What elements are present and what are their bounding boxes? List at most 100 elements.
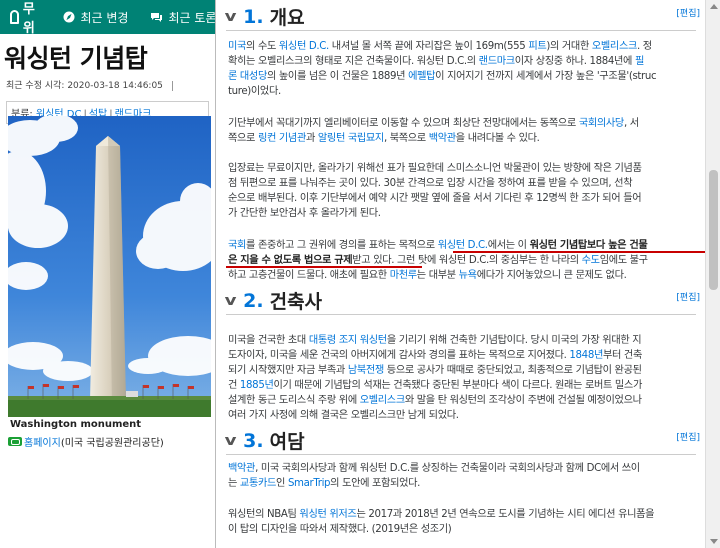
text-run: 받고 있다. 그런 탓에 워싱턴 D.C.의 중심부는 한 나라의 [352,255,582,266]
inline-link[interactable]: 조지 워싱턴 [339,335,387,346]
edit-link[interactable]: [편집] [676,430,700,443]
text-run: 는 [228,478,240,489]
inline-link[interactable]: 워싱턴 D.C. [438,240,488,251]
scroll-down-arrow-icon[interactable] [710,539,718,544]
text-run: 입장료는 무료이지만, 올라가기 위해선 표가 필요한데 스미스소니언 박물관이… [228,163,642,174]
text-run: 를 존중하고 그 권위에 경의를 표하는 목적으로 [246,240,438,251]
monument-image [8,116,211,417]
text-run: 인 [276,478,288,489]
section-title: 건축사 [269,291,323,313]
text-run: 의 높이를 넘은 이 건물은 1889년 [266,71,409,82]
logo-mark-icon [10,10,19,24]
section-heading[interactable]: v 3. 여담 [편집] [225,427,700,455]
homepage-row: 홈페이지 (미국 국립공원관리공단) [8,434,164,449]
inline-link[interactable]: 수도 [582,255,600,266]
text-run: 을 기리기 위해 건축한 기념탑이다. 당시 미국의 가장 위대한 지 [386,335,642,346]
text-run: ture)이었다. [228,86,281,97]
last-modified: 최근 수정 시각: 2020-03-18 14:46:05 [6,78,215,91]
homepage-link[interactable]: 홈페이지 [24,434,61,449]
inline-link[interactable]: 백악관 [429,133,456,144]
inline-link[interactable]: 대통령 [309,335,336,346]
paragraph: 입장료는 무료이지만, 올라가기 위해선 표가 필요한데 스미스소니언 박물관이… [228,161,698,221]
inline-link[interactable]: SmarTrip [288,478,331,489]
text-run: 이기 때문에 기념탑의 석재는 건축됐다 중단된 부분마다 색이 다르다. 원래… [273,380,642,391]
section-heading[interactable]: v 1. 개요 [편집] [225,3,700,31]
inline-link[interactable]: 오벨리스크 [360,395,405,406]
text-run: 점 뒤편으로 표를 나눠주는 곳이 있다. 30분 간격으로 입장 시간을 정하… [228,178,633,189]
section-trivia: v 3. 여담 [편집] [218,427,702,455]
inline-link[interactable]: 백악관 [228,463,255,474]
inline-link[interactable]: 오벨리스크 [592,41,637,52]
text-run: 과 [305,133,318,144]
inline-link[interactable]: 남북전쟁 [348,365,384,376]
text-run: 가 간단한 보안검사 후 올라가게 된다. [228,208,381,219]
image-caption: Washington monument [10,419,142,430]
text-line: 워싱턴의 NBA팀 워싱턴 위저즈는 2017과 2018년 2년 연속으로 도… [228,507,698,522]
inline-link[interactable]: 1885년 [240,380,274,391]
text-run: 이 탑의 디자인을 따와서 제작했다. (2019년은 성조기) [228,524,452,535]
inline-link[interactable]: 피트 [528,41,546,52]
inline-link[interactable]: 알링턴 국립묘지 [318,133,384,144]
text-line: 미국의 수도 워싱턴 D.C. 내셔널 몰 서쪽 끝에 자리잡은 높이 169m… [228,39,698,54]
text-line: 순으로 배부된다. 이후 기단부에서 예약 시간 팻말 옆에 줄을 서서 기다린… [228,191,698,206]
text-run: 기단부에서 꼭대기까지 엘리베이터로 이동할 수 있으며 최상단 전망대에서는 … [228,118,579,129]
text-run: 도자이자, 미국을 세운 건국의 아버지에게 감사와 경의를 표하는 목적으로 … [228,350,570,361]
text-line: 미국을 건국한 초대 대통령 조지 워싱턴을 기리기 위해 건축한 기념탑이다.… [228,333,698,348]
chevron-down-icon[interactable]: v [225,293,237,309]
section-number[interactable]: 2. [243,290,263,312]
text-line: 설계한 동근 도리스식 주랑 위에 오벨리스크와 말을 탄 워싱턴의 조각상이 … [228,393,698,408]
text-line: 백악관, 미국 국회의사당과 함께 워싱턴 D.C.를 상징하는 건축물이라 국… [228,461,698,476]
text-run: 확히는 오벨리스크의 형태로 지은 건축물이다. 워싱턴 D.C.의 [228,56,479,67]
page-title: 워싱턴 기념탑 [4,44,148,73]
inline-link[interactable]: 교통카드 [240,478,276,489]
scroll-up-arrow-icon[interactable] [710,4,718,9]
paragraph: 미국을 건국한 초대 대통령 조지 워싱턴을 기리기 위해 건축한 기념탑이다.… [228,333,698,423]
article-body: v 1. 개요 [편집] 미국의 수도 워싱턴 D.C. 내셔널 몰 서쪽 끝에… [218,0,720,548]
text-line: 론 대성당의 높이를 넘은 이 건물은 1889년 에펠탑이 지어지기 전까지 … [228,69,698,84]
inline-link[interactable]: 마천루 [390,270,417,281]
highlight-underline [453,251,705,253]
text-run: 여러 가지 사정에 의해 결국은 오벨리스크만 남게 되었다. [228,410,459,421]
inline-link[interactable]: 미국 [228,41,246,52]
section-number[interactable]: 1. [243,6,263,28]
edit-link[interactable]: [편집] [676,6,700,19]
inline-link[interactable]: 국회 [228,240,246,251]
section-overview: v 1. 개요 [편집] [218,3,702,31]
inline-link[interactable]: 워싱턴 D.C. [279,41,329,52]
section-heading[interactable]: v 2. 건축사 [편집] [225,287,700,315]
inline-link[interactable]: 필 [635,56,644,67]
text-line: 점 뒤편으로 표를 나눠주는 곳이 있다. 30분 간격으로 입장 시간을 정하… [228,176,698,191]
text-run: 을 내려다볼 수 있다. [455,133,540,144]
text-run: 등으로 공사가 때때로 중단되었고, 최종적으로 기념탑이 완공된 [383,365,642,376]
inline-link[interactable]: 1848년 [569,350,603,361]
nav-recent-changes[interactable]: 최근 변경 [63,9,128,26]
inline-link[interactable]: 에펠탑 [408,71,435,82]
inline-link[interactable]: 워싱턴 위저즈 [299,509,356,520]
inline-link[interactable]: 뉴욕 [459,270,477,281]
text-line: 하고 고층건물이 드물다. 애초에 필요한 마천루는 대부분 뉴욕에다가 지어놓… [228,268,698,283]
chevron-down-icon[interactable]: v [225,9,237,25]
text-run: 되기 시작했지만 자금 부족과 [228,365,348,376]
text-run: , 미국 국회의사당과 함께 워싱턴 D.C.를 상징하는 건축물이라 국회의사… [255,463,640,474]
text-run: 설계한 동근 도리스식 주랑 위에 [228,395,360,406]
text-line: 가 간단한 보안검사 후 올라가게 된다. [228,206,698,221]
text-run: 건 [228,380,240,391]
text-line: 여러 가지 사정에 의해 결국은 오벨리스크만 남게 되었다. [228,408,698,423]
inline-link[interactable]: 랜드마크 [479,56,515,67]
nav-recent-discussions[interactable]: 최근 토론 [150,9,215,26]
scrollbar-thumb[interactable] [709,170,718,290]
text-line: 건 1885년이기 때문에 기념탑의 석재는 건축됐다 중단된 부분마다 색이 … [228,378,698,393]
section-number[interactable]: 3. [243,430,263,452]
text-run: 와 말을 탄 워싱턴의 조각상이 주변에 건설될 예정이었으나 [404,395,642,406]
text-line: 쪽으로 링컨 기념관과 알링턴 국립묘지, 북쪽으로 백악관을 내려다볼 수 있… [228,131,698,146]
inline-link[interactable]: 론 대성당 [228,71,267,82]
scrollbar[interactable] [705,0,720,548]
monument-photo[interactable] [8,116,211,417]
text-run: 는 2017과 2018년 2년 연속으로 도시를 기념하는 시티 에디션 유니… [356,509,655,520]
edit-link[interactable]: [편집] [676,290,700,303]
text-run: 미국을 건국한 초대 [228,335,309,346]
inline-link[interactable]: 링컨 기념관 [258,133,306,144]
compass-icon [63,11,75,23]
chevron-down-icon[interactable]: v [225,433,237,449]
inline-link[interactable]: 국회의사당 [579,118,624,129]
